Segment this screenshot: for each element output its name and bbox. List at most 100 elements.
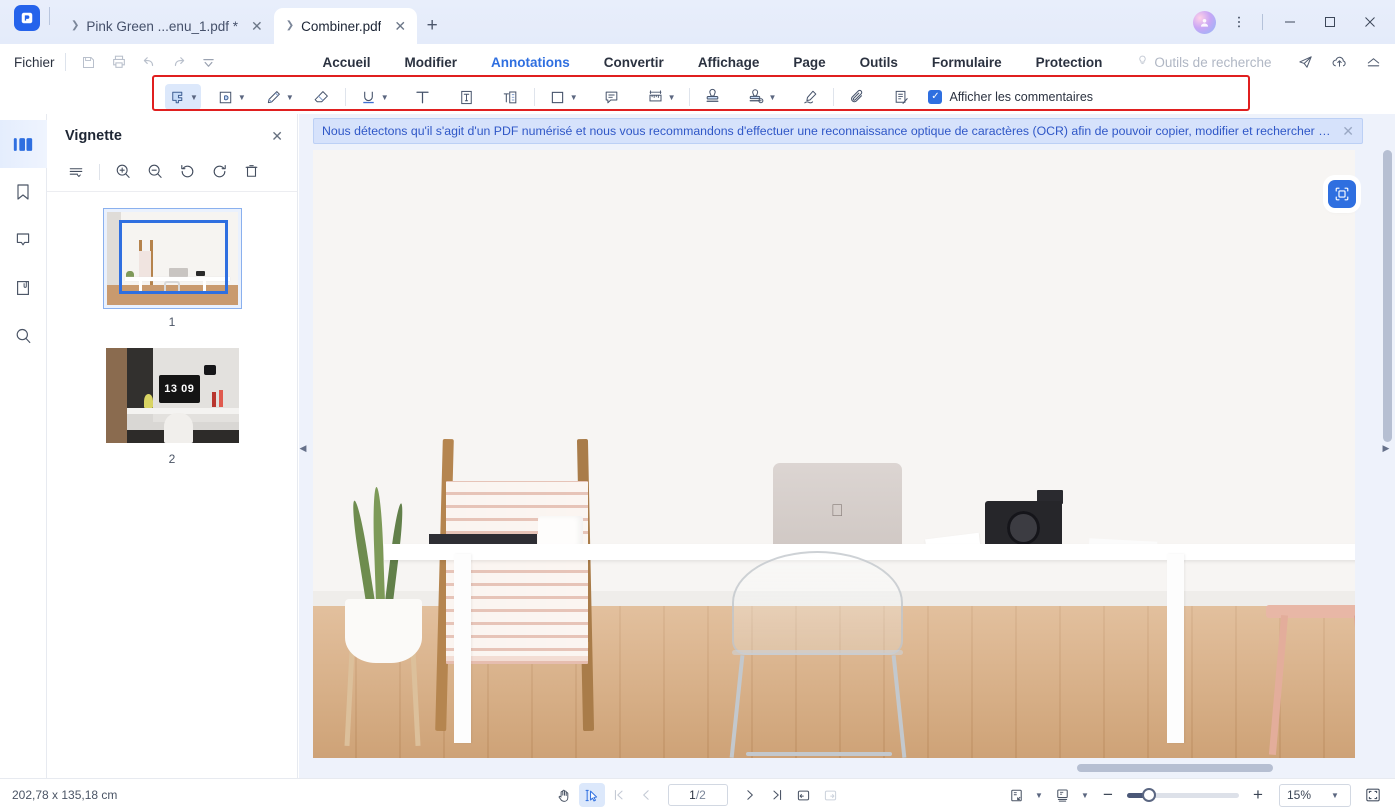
chevron-down-icon[interactable]: ▼ [286, 93, 294, 102]
undo-icon[interactable] [136, 49, 162, 75]
chevron-down-icon[interactable]: ▼ [238, 93, 246, 102]
sidebar-item-search[interactable] [0, 312, 47, 360]
chevron-down-icon[interactable]: ▼ [190, 93, 198, 102]
zoom-slider-knob[interactable] [1142, 788, 1156, 802]
typewriter-tool[interactable] [498, 84, 524, 110]
print-icon[interactable] [106, 49, 132, 75]
chevron-down-icon[interactable]: ▼ [1031, 784, 1047, 806]
previous-page-button[interactable] [633, 783, 659, 807]
chevron-down-icon[interactable]: ❯ [286, 21, 294, 31]
ribbon-tab-page[interactable]: Page [776, 44, 842, 80]
signature-tool[interactable] [797, 84, 823, 110]
zoom-level-select[interactable]: 15% ▼ [1279, 783, 1351, 807]
next-page-button[interactable] [737, 783, 763, 807]
search-tools-button[interactable]: Outils de recherche [1119, 44, 1288, 80]
thumbnail-page-2[interactable]: 13 09 2 [103, 345, 242, 480]
sticky-note-tool[interactable] [599, 84, 625, 110]
delete-page-icon[interactable] [236, 157, 266, 187]
more-vertical-icon[interactable] [1224, 7, 1254, 37]
thumbnail-page-1[interactable]: 1 [102, 208, 242, 343]
rotate-right-icon[interactable] [204, 157, 234, 187]
user-avatar-icon[interactable] [1193, 10, 1216, 34]
zoom-in-button[interactable]: + [1245, 783, 1271, 807]
comment-list-tool[interactable] [888, 84, 914, 110]
maximize-button[interactable] [1311, 7, 1349, 37]
eraser-tool[interactable] [309, 84, 335, 110]
checkbox-checked-icon[interactable]: ✓ [928, 90, 943, 104]
highlight-tool[interactable]: ▼ [165, 84, 201, 110]
ribbon-tab-formulaire[interactable]: Formulaire [915, 44, 1019, 80]
fit-screen-icon[interactable] [1359, 783, 1387, 807]
first-page-button[interactable] [606, 783, 632, 807]
document-tab-1[interactable]: ❯ Pink Green ...enu_1.pdf * ✕ [59, 8, 274, 44]
scroll-mode-icon[interactable] [1049, 783, 1075, 807]
ribbon-tab-outils[interactable]: Outils [843, 44, 915, 80]
chevron-down-icon[interactable]: ▼ [1077, 784, 1093, 806]
page-fit-mode-icon[interactable] [1003, 783, 1029, 807]
page-number-input[interactable]: 1/2 [667, 784, 728, 806]
zoom-in-icon[interactable] [108, 157, 138, 187]
horizontal-scrollbar-thumb[interactable] [1077, 764, 1273, 772]
cloud-upload-icon[interactable] [1325, 48, 1353, 76]
close-icon[interactable]: ✕ [1336, 123, 1354, 140]
collapse-right-panel-handle[interactable]: ▶ [1381, 438, 1391, 458]
chevron-down-icon[interactable]: ❯ [71, 21, 79, 31]
thumbnail-frame[interactable] [102, 208, 242, 309]
customize-toolbar-icon[interactable] [196, 49, 222, 75]
sidebar-item-bookmarks[interactable] [0, 168, 47, 216]
hand-tool[interactable] [552, 783, 578, 807]
zoom-out-button[interactable]: − [1095, 783, 1121, 807]
single-page-view-icon[interactable] [791, 783, 817, 807]
last-page-button[interactable] [764, 783, 790, 807]
chevron-down-icon[interactable]: ▼ [1327, 784, 1343, 806]
horizontal-scrollbar[interactable] [313, 764, 1355, 772]
document-tab-2[interactable]: ❯ Combiner.pdf ✕ [273, 8, 418, 44]
measure-tool[interactable]: ▼ [643, 84, 679, 110]
minimize-button[interactable] [1271, 7, 1309, 37]
send-icon[interactable] [1291, 48, 1319, 76]
ocr-scan-icon[interactable] [1328, 180, 1356, 208]
close-button[interactable] [1351, 7, 1389, 37]
ribbon-tab-accueil[interactable]: Accueil [306, 44, 388, 80]
collapse-left-panel-handle[interactable]: ◀ [298, 438, 308, 458]
ribbon-tab-affichage[interactable]: Affichage [681, 44, 777, 80]
ribbon-tab-annotations[interactable]: Annotations [474, 44, 587, 80]
ribbon-tab-convertir[interactable]: Convertir [587, 44, 681, 80]
ribbon-tab-modifier[interactable]: Modifier [388, 44, 475, 80]
ribbon-tab-protection[interactable]: Protection [1019, 44, 1120, 80]
custom-stamp-tool[interactable]: ▼ [744, 84, 780, 110]
underline-tool[interactable]: ▼ [356, 84, 392, 110]
stamp-tool[interactable] [700, 84, 726, 110]
redo-icon[interactable] [166, 49, 192, 75]
show-comments-toggle[interactable]: ✓ Afficher les commentaires [928, 90, 1093, 104]
select-tool[interactable] [578, 783, 605, 807]
chevron-down-icon[interactable]: ▼ [769, 93, 777, 102]
sidebar-item-comments[interactable] [0, 216, 47, 264]
attachment-tool[interactable] [844, 84, 870, 110]
shape-rectangle-tool[interactable]: ▼ [545, 84, 581, 110]
file-menu-button[interactable]: Fichier [0, 55, 55, 70]
new-tab-button[interactable]: + [417, 8, 447, 44]
chevron-down-icon[interactable]: ▼ [381, 93, 389, 102]
zoom-out-icon[interactable] [140, 157, 170, 187]
zoom-slider[interactable] [1127, 783, 1239, 807]
chevron-down-icon[interactable]: ▼ [668, 93, 676, 102]
rotate-left-icon[interactable] [172, 157, 202, 187]
vertical-scrollbar-thumb[interactable] [1383, 150, 1392, 442]
save-icon[interactable] [76, 49, 102, 75]
close-icon[interactable]: ✕ [271, 128, 283, 145]
sidebar-item-thumbnails[interactable] [0, 120, 47, 168]
pdf-page-canvas[interactable]:  [313, 150, 1355, 758]
thumbnail-frame[interactable]: 13 09 [103, 345, 242, 446]
text-tool[interactable] [410, 84, 436, 110]
close-icon[interactable]: ✕ [251, 19, 263, 33]
facing-page-view-icon[interactable] [818, 783, 844, 807]
close-icon[interactable]: ✕ [394, 19, 406, 33]
text-box-tool[interactable] [454, 84, 480, 110]
sidebar-item-attachments[interactable] [0, 264, 47, 312]
collapse-ribbon-icon[interactable] [1359, 48, 1387, 76]
pencil-tool[interactable]: ▼ [261, 84, 297, 110]
thumbnail-size-icon[interactable] [61, 157, 91, 187]
chevron-down-icon[interactable]: ▼ [570, 93, 578, 102]
area-highlight-tool[interactable]: ▼ [213, 84, 249, 110]
